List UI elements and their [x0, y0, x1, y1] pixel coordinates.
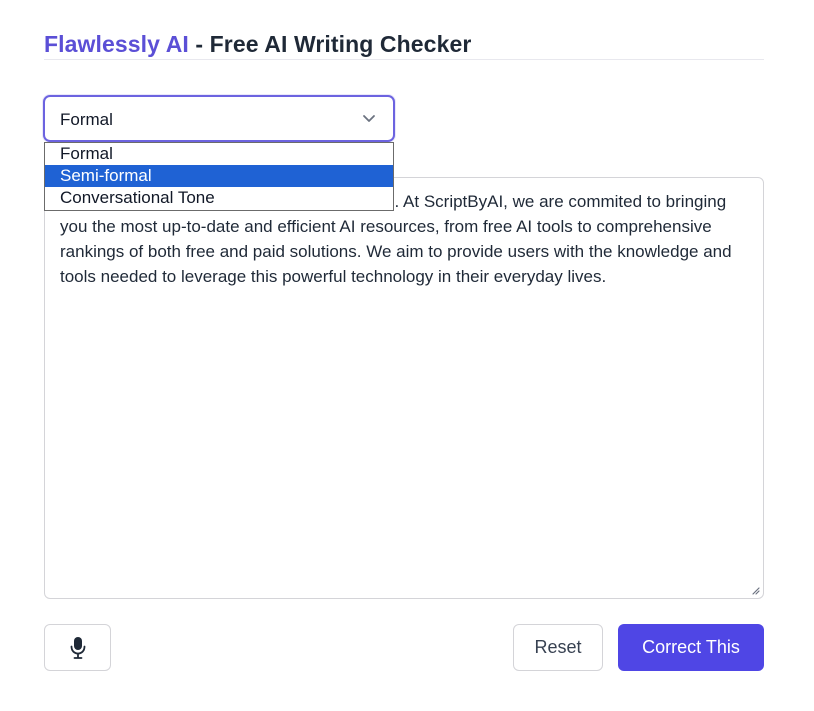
page-title: Flawlessly AI - Free AI Writing Checker — [44, 30, 471, 58]
resize-grip-icon[interactable] — [750, 585, 760, 595]
microphone-button[interactable] — [44, 624, 111, 671]
page: Flawlessly AI - Free AI Writing Checker … — [0, 0, 814, 711]
correct-this-button[interactable]: Correct This — [618, 624, 764, 671]
text-editor[interactable]: r destination for exploring the latet in… — [44, 177, 764, 599]
brand-name: Flawlessly AI — [44, 31, 189, 57]
tone-option-semi-formal[interactable]: Semi-formal — [45, 165, 393, 187]
chevron-down-icon — [363, 115, 375, 122]
page-title-rest: - Free AI Writing Checker — [188, 31, 472, 57]
tone-option-formal[interactable]: Formal — [45, 143, 393, 165]
title-divider — [44, 59, 764, 60]
tone-select[interactable]: Formal — [43, 95, 395, 142]
tone-option-conversational[interactable]: Conversational Tone — [45, 187, 393, 209]
microphone-icon — [70, 637, 86, 659]
reset-button[interactable]: Reset — [513, 624, 603, 671]
tone-dropdown-list: Formal Semi-formal Conversational Tone — [44, 142, 394, 211]
tone-select-value: Formal — [60, 110, 113, 129]
